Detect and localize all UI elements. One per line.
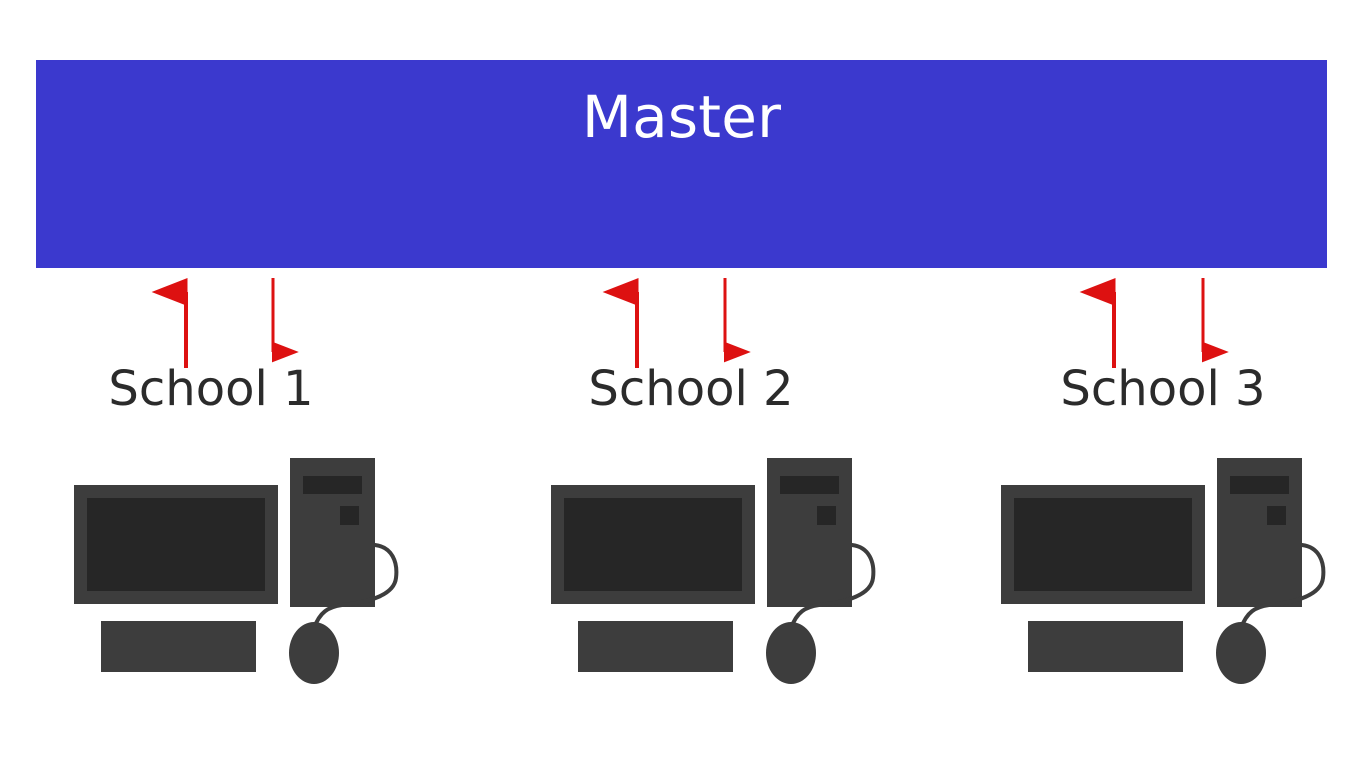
tower-power-button [1267, 506, 1286, 525]
desktop-computer-icon [74, 458, 399, 684]
desktop-computer-icon [1001, 458, 1326, 684]
monitor-screen [564, 498, 742, 591]
master-node[interactable]: Master School 1 School 2 School 3 [36, 60, 1327, 307]
monitor-screen [1014, 498, 1192, 591]
diagram-canvas: Master School 1 School 2 School 3 School… [0, 0, 1366, 768]
computer-icon-school-3[interactable] [997, 450, 1337, 690]
master-port-label-school-3: School 3 [1145, 278, 1253, 307]
node-caption-school-1: School 1 [108, 361, 314, 417]
keyboard [101, 621, 256, 672]
mouse [1216, 622, 1266, 684]
tower-power-button [340, 506, 359, 525]
tower-optical-drive [303, 476, 362, 494]
tower-power-button [817, 506, 836, 525]
master-port-label-school-2: School 2 [665, 278, 773, 307]
node-caption-school-3: School 3 [1060, 361, 1266, 417]
master-title: Master [581, 83, 782, 151]
mouse [289, 622, 339, 684]
keyboard [578, 621, 733, 672]
keyboard [1028, 621, 1183, 672]
node-caption-school-2: School 2 [588, 361, 794, 417]
monitor-screen [87, 498, 265, 591]
mouse [766, 622, 816, 684]
desktop-computer-icon [551, 458, 876, 684]
master-port-label-school-1: School 1 [193, 278, 301, 307]
computer-icon-school-1[interactable] [70, 450, 410, 690]
tower-optical-drive [1230, 476, 1289, 494]
computer-icon-school-2[interactable] [547, 450, 887, 690]
tower-optical-drive [780, 476, 839, 494]
